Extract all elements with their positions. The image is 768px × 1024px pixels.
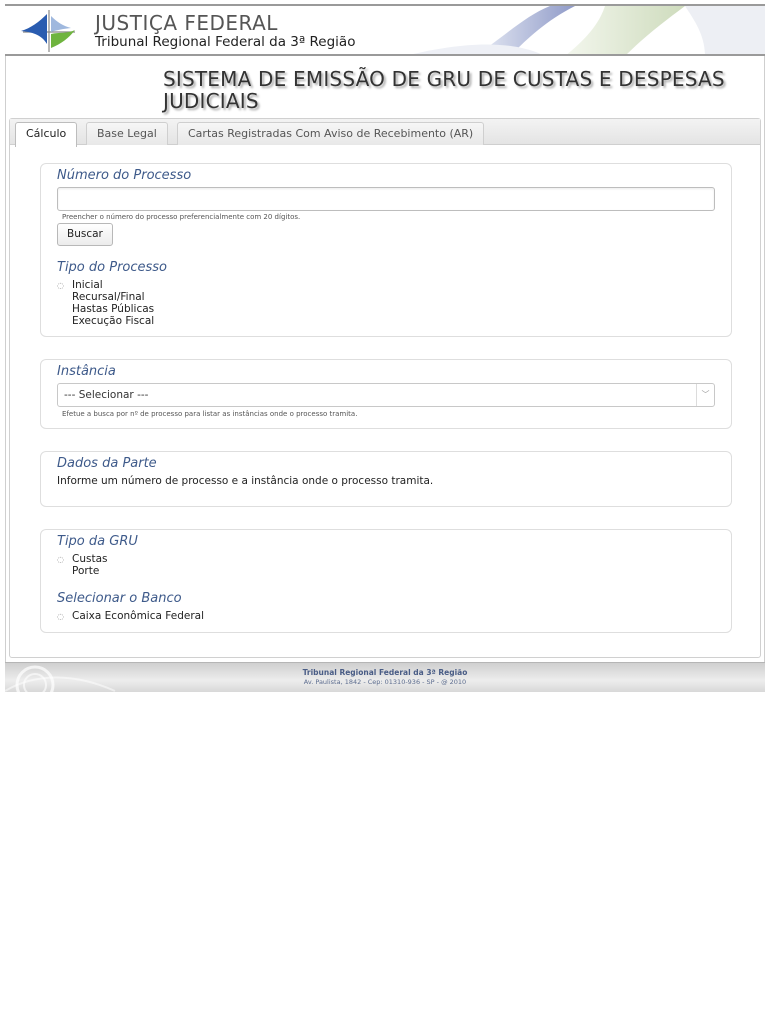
radio-label: Recursal/Final: [72, 291, 145, 303]
panel-dados-parte: Dados da Parte Informe um número de proc…: [40, 451, 732, 507]
numero-processo-title: Número do Processo: [57, 168, 192, 183]
instancia-hint: Efetue a busca por nº de processo para l…: [62, 410, 358, 418]
justica-federal-logo: [21, 10, 75, 52]
radio-icon[interactable]: ◌: [55, 554, 66, 565]
buscar-button[interactable]: Buscar: [57, 223, 113, 246]
site-footer: Tribunal Regional Federal da 3ª Região A…: [5, 662, 765, 692]
radio-icon[interactable]: ◌: [55, 611, 66, 622]
radio-icon[interactable]: ◌: [55, 280, 66, 291]
instancia-title: Instância: [57, 364, 116, 379]
radio-label: Caixa Econômica Federal: [72, 610, 204, 622]
tab-panel: Cálculo Base Legal Cartas Registradas Co…: [9, 118, 761, 658]
radio-label: Porte: [72, 565, 100, 577]
footer-address: Av. Paulista, 1842 - Cep: 01310-936 - SP…: [303, 678, 467, 686]
tab-calculo[interactable]: Cálculo: [15, 122, 78, 147]
radio-option-caixa[interactable]: ◌ Caixa Econômica Federal: [55, 610, 204, 622]
tipo-gru-title: Tipo da GRU: [57, 534, 138, 549]
panel-tipo-gru: Tipo da GRU ◌ Custas ◌ Porte Selecionar …: [40, 529, 732, 633]
tab-strip: Cálculo Base Legal Cartas Registradas Co…: [10, 119, 760, 147]
tipo-processo-title: Tipo do Processo: [57, 260, 168, 275]
instancia-select[interactable]: --- Selecionar --- ﹀: [57, 383, 715, 407]
brand-subtitle: Tribunal Regional Federal da 3ª Região: [95, 34, 356, 50]
radio-option-execucao[interactable]: ◌ Execução Fiscal: [55, 315, 154, 327]
radio-label: Hastas Públicas: [72, 303, 155, 315]
page-title: SISTEMA DE EMISSÃO DE GRU DE CUSTAS E DE…: [163, 67, 725, 113]
main-container: SISTEMA DE EMISSÃO DE GRU DE CUSTAS E DE…: [5, 56, 765, 662]
numero-processo-input[interactable]: [57, 187, 715, 211]
tab-cartas-registradas[interactable]: Cartas Registradas Com Aviso de Recebime…: [177, 122, 485, 145]
panel-instancia: Instância --- Selecionar --- ﹀ Efetue a …: [40, 359, 732, 429]
panel-numero-processo: Número do Processo Preencher o número do…: [40, 163, 732, 337]
brand-title: JUSTIÇA FEDERAL: [95, 11, 278, 35]
numero-processo-hint: Preencher o número do processo preferenc…: [62, 213, 301, 221]
radio-label: Execução Fiscal: [72, 315, 155, 327]
instancia-selected-value: --- Selecionar ---: [64, 389, 149, 401]
radio-option-hastas[interactable]: ◌ Hastas Públicas: [55, 303, 154, 315]
chevron-down-icon[interactable]: ﹀: [696, 384, 714, 406]
radio-option-recursal[interactable]: ◌ Recursal/Final: [55, 291, 154, 303]
radio-label: Custas: [72, 553, 108, 565]
tab-base-legal[interactable]: Base Legal: [86, 122, 168, 145]
selecionar-banco-title: Selecionar o Banco: [57, 591, 182, 606]
tipo-gru-radio-group: ◌ Custas ◌ Porte: [55, 553, 107, 577]
site-header: JUSTIÇA FEDERAL Tribunal Regional Federa…: [5, 4, 765, 56]
radio-label: Inicial: [72, 279, 103, 291]
tipo-processo-radio-group: ◌ Inicial ◌ Recursal/Final ◌ Hastas Públ…: [55, 279, 154, 327]
banco-radio-group: ◌ Caixa Econômica Federal: [55, 610, 204, 622]
radio-option-porte[interactable]: ◌ Porte: [55, 565, 107, 577]
radio-option-custas[interactable]: ◌ Custas: [55, 553, 107, 565]
footer-institution: Tribunal Regional Federal da 3ª Região: [302, 668, 468, 677]
dados-parte-message: Informe um número de processo e a instân…: [57, 475, 434, 487]
dados-parte-title: Dados da Parte: [57, 456, 157, 471]
radio-option-inicial[interactable]: ◌ Inicial: [55, 279, 154, 291]
